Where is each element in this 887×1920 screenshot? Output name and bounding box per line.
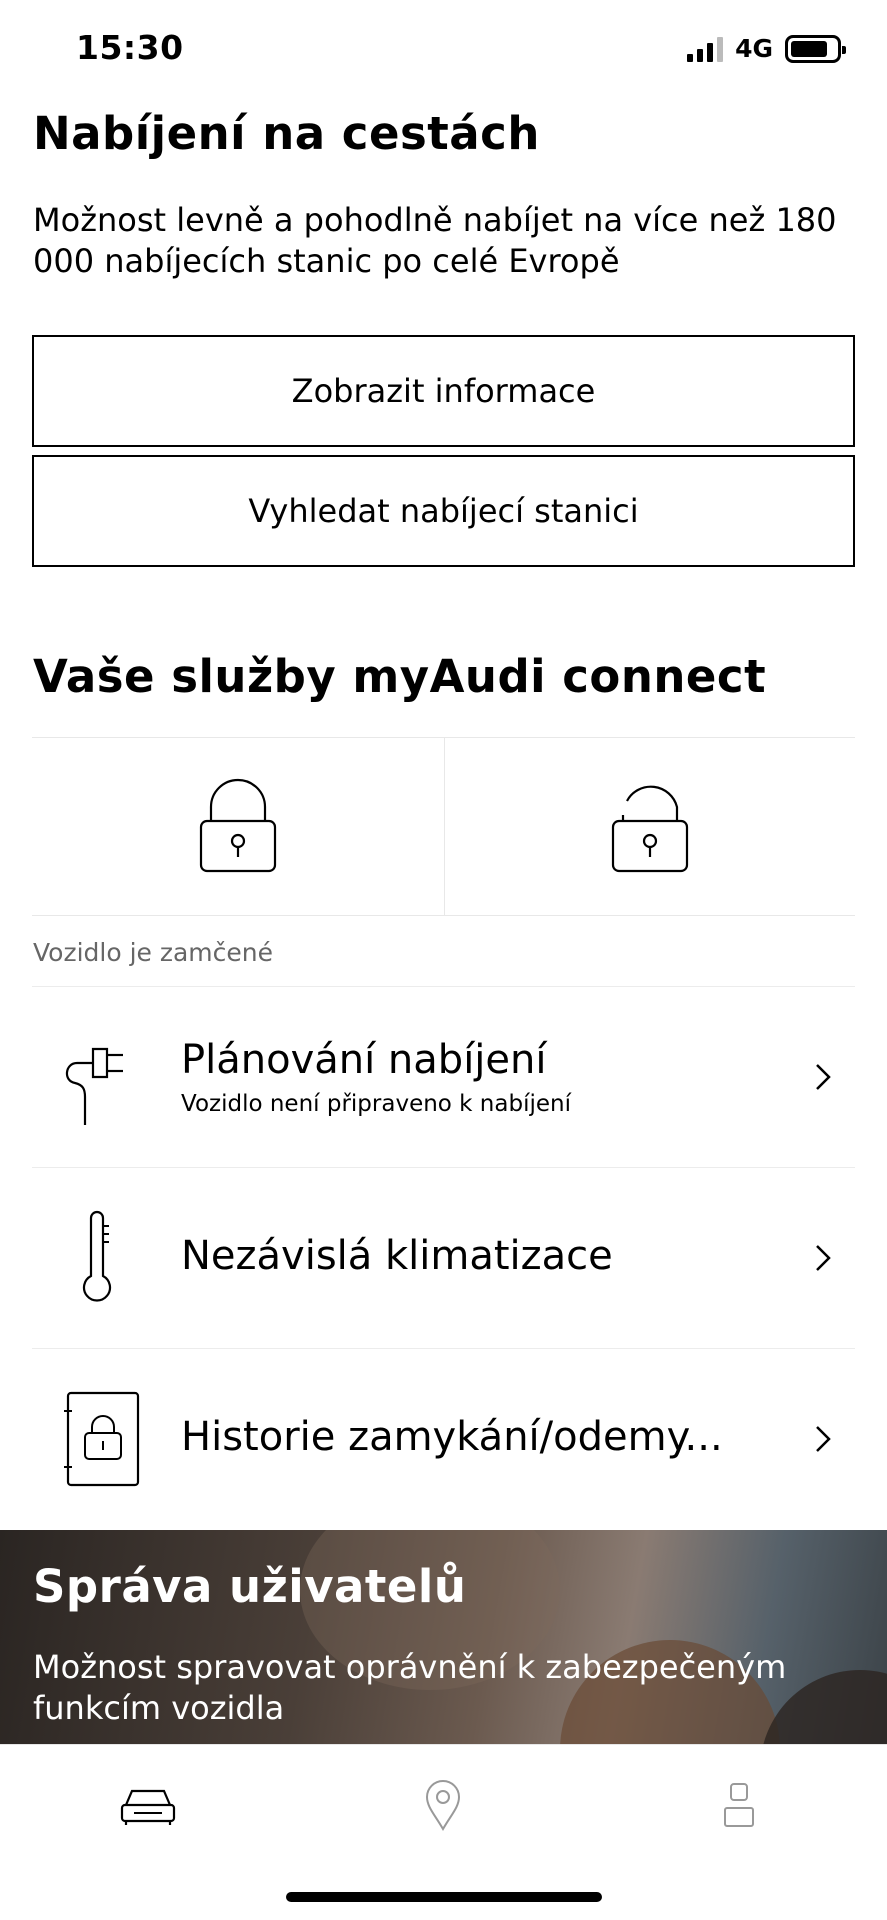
charging-title: Nabíjení na cestách	[33, 107, 540, 160]
list-item-charging-planning[interactable]: Plánování nabíjení Vozidlo není připrave…	[32, 986, 855, 1167]
lock-history-icon	[42, 1389, 152, 1489]
network-type: 4G	[735, 34, 773, 63]
home-indicator	[286, 1892, 602, 1902]
unlock-icon	[611, 785, 688, 872]
service-title: Historie zamykání/odemy...	[181, 1414, 723, 1460]
car-icon	[120, 1789, 176, 1825]
list-item-lock-history[interactable]: Historie zamykání/odemy...	[32, 1348, 855, 1529]
user-management-banner[interactable]: Správa uživatelů Možnost spravovat opráv…	[0, 1530, 887, 1744]
charging-description: Možnost levně a pohodlně nabíjet na více…	[33, 201, 837, 280]
battery-icon	[785, 34, 846, 63]
services-title: Vaše služby myAudi connect	[33, 650, 767, 703]
lock-button[interactable]	[32, 738, 444, 915]
map-pin-icon	[425, 1780, 461, 1831]
lock-icon	[199, 778, 276, 872]
list-item-climatisation[interactable]: Nezávislá klimatizace	[32, 1167, 855, 1348]
thermometer-icon	[42, 1208, 152, 1308]
service-subtitle: Vozidlo není připraveno k nabíjení	[181, 1091, 571, 1117]
charging-plug-icon	[42, 1027, 152, 1127]
status-bar: 15:30 4G	[0, 0, 887, 96]
find-charging-station-button[interactable]: Vyhledat nabíjecí stanici	[32, 455, 855, 567]
user-icon	[724, 1783, 754, 1827]
service-title: Plánování nabíjení	[181, 1037, 547, 1083]
vehicle-lock-status: Vozidlo je zamčené	[33, 938, 274, 967]
status-indicators: 4G	[687, 34, 846, 63]
unlock-button[interactable]	[443, 738, 856, 915]
lock-controls	[32, 737, 855, 916]
chevron-right-icon	[805, 1421, 841, 1457]
user-management-description: Možnost spravovat oprávnění k zabezpečen…	[33, 1648, 787, 1727]
signal-icon	[687, 36, 724, 62]
tab-vehicle[interactable]	[108, 1775, 188, 1835]
chevron-right-icon	[805, 1059, 841, 1095]
status-time: 15:30	[76, 28, 184, 67]
tab-user[interactable]	[699, 1775, 779, 1835]
user-management-title: Správa uživatelů	[33, 1560, 467, 1613]
chevron-right-icon	[805, 1240, 841, 1276]
service-list: Plánování nabíjení Vozidlo není připrave…	[32, 986, 855, 1529]
tab-map[interactable]	[403, 1775, 483, 1835]
show-info-button[interactable]: Zobrazit informace	[32, 335, 855, 447]
service-title: Nezávislá klimatizace	[181, 1233, 613, 1279]
